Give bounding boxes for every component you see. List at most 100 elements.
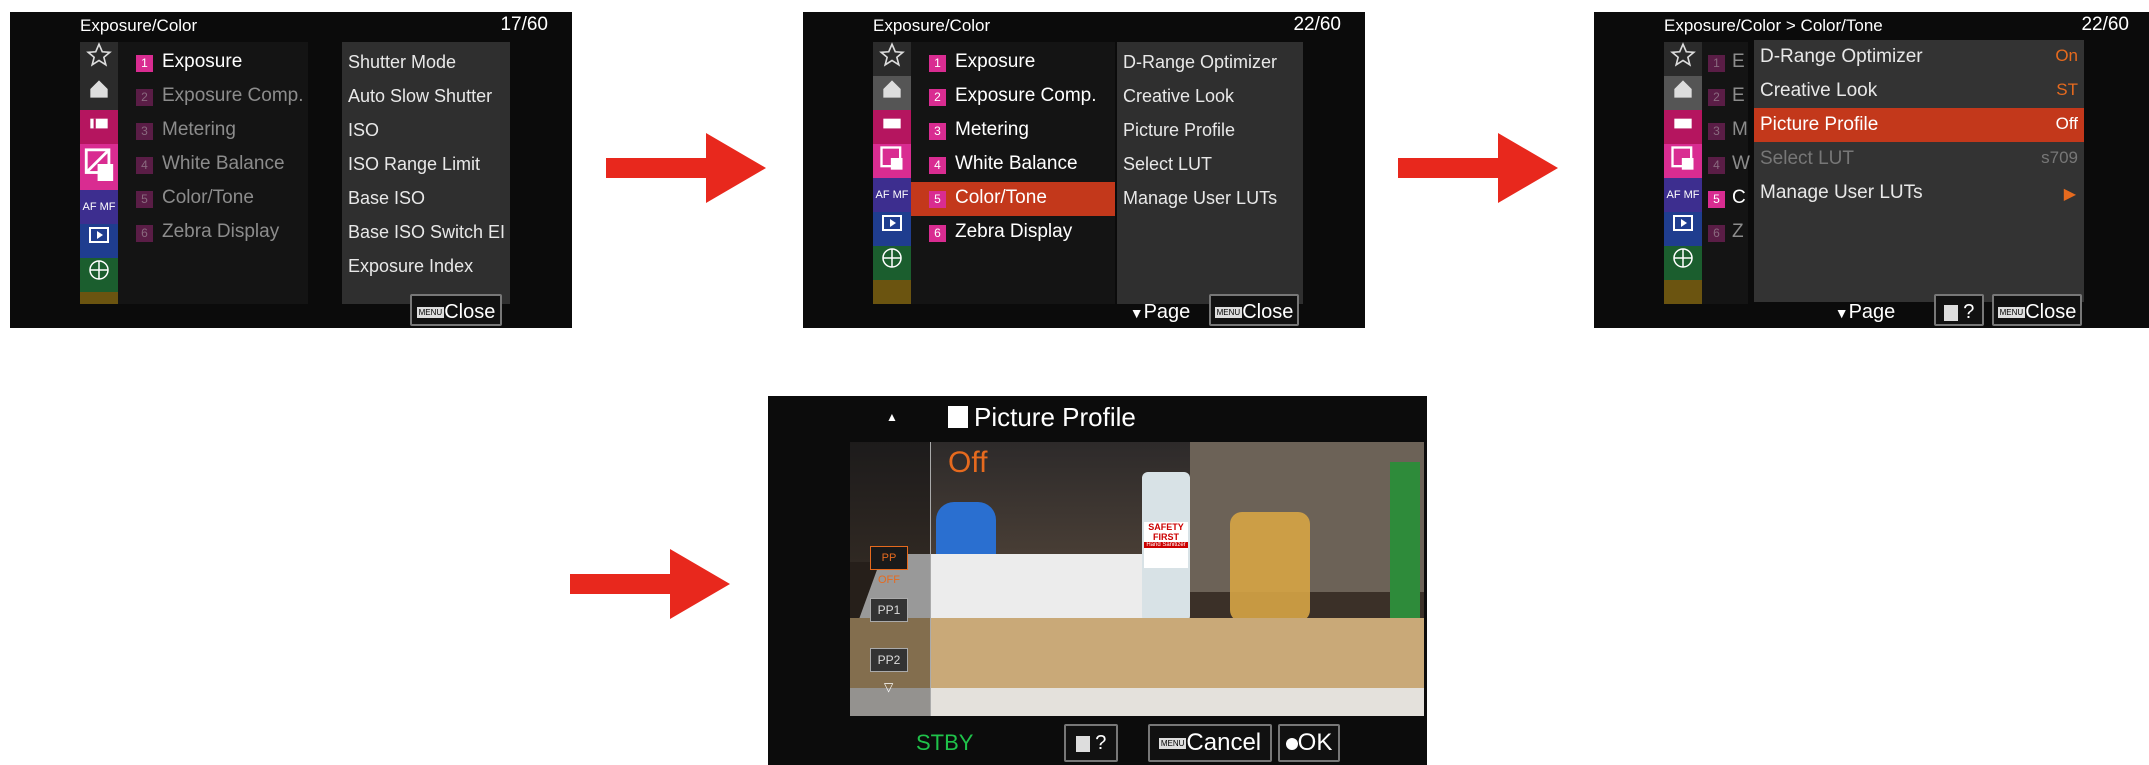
star-icon[interactable] — [80, 42, 118, 76]
exposure-color-icon[interactable] — [80, 144, 118, 190]
scroll-up-icon[interactable]: ▲ — [886, 410, 898, 424]
ok-button[interactable]: OK — [1278, 724, 1340, 762]
menu-item-select-lut[interactable]: Select LUT s709 — [1754, 142, 2084, 176]
category-list: 1 Exposure 2 Exposure Comp. 3 Metering 4 Whi… — [118, 42, 308, 304]
toolbox-icon[interactable] — [1664, 280, 1702, 304]
trash-icon — [1943, 304, 1958, 321]
category-zebra-display[interactable]: 6Z — [1702, 216, 1748, 250]
help-button[interactable]: ? — [1064, 724, 1118, 762]
scroll-down-icon[interactable]: ▽ — [884, 680, 893, 694]
menu-item-d-range-optimizer[interactable]: D-Range Optimizer On — [1754, 40, 2084, 74]
toolbox-icon[interactable] — [80, 292, 118, 304]
category-white-balance[interactable]: 4 White Balance — [911, 148, 1115, 182]
page-button[interactable]: ▼Page — [1117, 294, 1203, 326]
right-arrow-icon — [606, 133, 766, 203]
category-zebra-display[interactable]: 6 Zebra Display — [118, 216, 308, 250]
category-white-balance[interactable]: 4W — [1702, 148, 1750, 182]
menu-header: Exposure/Color 22/60 — [803, 12, 1365, 42]
af-mf-icon[interactable]: AF MF — [1664, 178, 1702, 212]
af-mf-icon[interactable]: AF MF — [873, 178, 911, 212]
menu-title: Exposure/Color > Color/Tone — [1664, 16, 1883, 35]
playback-icon[interactable] — [873, 212, 911, 246]
menu-item-iso[interactable]: ISO — [342, 114, 510, 148]
category-tab-bar: AF MF — [1664, 42, 1702, 304]
category-exposure[interactable]: 1 Exposure — [911, 46, 1115, 80]
star-icon[interactable] — [1664, 42, 1702, 76]
af-mf-icon[interactable]: AF MF — [80, 190, 118, 224]
menu-item-creative-look[interactable]: Creative Look — [1117, 80, 1303, 114]
exposure-color-icon[interactable] — [873, 144, 911, 178]
close-button[interactable]: MENU Close — [410, 294, 502, 326]
screen-title: Picture Profile — [974, 402, 1136, 432]
movie-icon[interactable] — [873, 110, 911, 144]
category-exposure[interactable]: 1 Exposure — [118, 46, 308, 80]
menu-badge-icon: MENU — [1214, 306, 1243, 318]
menu-item-picture-profile[interactable]: Picture Profile — [1117, 114, 1303, 148]
chevron-right-icon: ▶ — [2063, 186, 2076, 203]
movie-icon[interactable] — [1664, 110, 1702, 144]
picture-profile-screen: ▲ Picture Profile Off SAFETY FIRST Hand … — [768, 396, 1427, 765]
category-color-tone[interactable]: 5 Color/Tone — [911, 182, 1115, 216]
menu-item-manage-user-luts[interactable]: Manage User LUTs ▶ — [1754, 176, 2084, 210]
close-button[interactable]: MENU Close — [1992, 294, 2082, 326]
menu-item-d-range-optimizer[interactable]: D-Range Optimizer — [1117, 46, 1303, 80]
exposure-color-icon[interactable] — [1664, 144, 1702, 178]
category-white-balance[interactable]: 4 White Balance — [118, 148, 308, 182]
option-pp-off[interactable]: PP OFF — [870, 546, 908, 586]
category-metering[interactable]: 3M — [1702, 114, 1748, 148]
trash-icon — [1075, 735, 1090, 752]
profile-selector: PP OFF PP1 PP2 ▽ — [850, 442, 931, 716]
menu-item-auto-slow-shutter[interactable]: Auto Slow Shutter — [342, 80, 510, 114]
green-box — [1390, 462, 1420, 622]
menu-item-shutter-mode[interactable]: Shutter Mode — [342, 46, 510, 80]
playback-icon[interactable] — [80, 224, 118, 258]
category-exposure-comp[interactable]: 2 Exposure Comp. — [911, 80, 1115, 114]
home-camera-icon[interactable] — [1664, 76, 1702, 110]
category-exposure-comp[interactable]: 2E — [1702, 80, 1748, 114]
menu-item-creative-look[interactable]: Creative Look ST — [1754, 74, 2084, 108]
help-button[interactable]: ? — [1934, 294, 1984, 326]
page-button[interactable]: ▼Page — [1822, 294, 1908, 326]
star-icon[interactable] — [873, 42, 911, 76]
picture-profile-title-icon — [948, 406, 968, 428]
close-button[interactable]: MENU Close — [1209, 294, 1299, 326]
menu-item-picture-profile[interactable]: Picture Profile Off — [1754, 108, 2084, 142]
category-tab-bar: AF MF — [873, 42, 911, 304]
page-counter: 17/60 — [500, 14, 548, 35]
submenu-list: Shutter Mode Auto Slow Shutter ISO ISO R… — [342, 42, 510, 304]
home-camera-icon[interactable] — [873, 76, 911, 110]
menu-item-iso-range-limit[interactable]: ISO Range Limit — [342, 148, 510, 182]
home-camera-icon[interactable] — [80, 76, 118, 110]
orange-jar — [1230, 512, 1310, 622]
category-exposure[interactable]: 1E — [1702, 46, 1748, 80]
right-arrow-icon — [1398, 133, 1558, 203]
option-pp2[interactable]: PP2 — [870, 648, 908, 672]
category-exposure-comp[interactable]: 2 Exposure Comp. — [118, 80, 308, 114]
category-zebra-display[interactable]: 6 Zebra Display — [911, 216, 1115, 250]
network-icon[interactable] — [873, 246, 911, 280]
category-color-tone[interactable]: 5C — [1702, 182, 1748, 216]
playback-icon[interactable] — [1664, 212, 1702, 246]
menu-item-select-lut[interactable]: Select LUT — [1117, 148, 1303, 182]
option-pp1[interactable]: PP1 — [870, 598, 908, 622]
toolbox-icon[interactable] — [873, 280, 911, 304]
submenu-list: D-Range Optimizer On Creative Look ST Pict… — [1754, 40, 2084, 302]
movie-icon[interactable] — [80, 110, 118, 144]
page-counter: 22/60 — [2081, 14, 2129, 35]
category-color-tone[interactable]: 5 Color/Tone — [118, 182, 308, 216]
menu-title: Exposure/Color — [80, 16, 198, 35]
menu-item-base-iso-switch-ei[interactable]: Base ISO Switch EI — [342, 216, 510, 250]
page-counter: 22/60 — [1293, 14, 1341, 35]
category-metering[interactable]: 3 Metering — [118, 114, 308, 148]
cancel-button[interactable]: MENUCancel — [1148, 724, 1272, 762]
network-icon[interactable] — [1664, 246, 1702, 280]
menu-badge-icon: MENU — [1158, 737, 1187, 749]
menu-item-manage-user-luts[interactable]: Manage User LUTs — [1117, 182, 1303, 216]
network-icon[interactable] — [80, 258, 118, 292]
category-list-collapsed: 1E 2E 3M 4W 5C 6Z — [1702, 42, 1750, 304]
menu-item-base-iso[interactable]: Base ISO — [342, 182, 510, 216]
sanitizer-bottle: SAFETY FIRST Hand Sanitizer — [1142, 472, 1190, 622]
category-metering[interactable]: 3 Metering — [911, 114, 1115, 148]
submenu-list: D-Range Optimizer Creative Look Picture … — [1117, 42, 1303, 304]
menu-item-exposure-index[interactable]: Exposure Index — [342, 250, 510, 284]
